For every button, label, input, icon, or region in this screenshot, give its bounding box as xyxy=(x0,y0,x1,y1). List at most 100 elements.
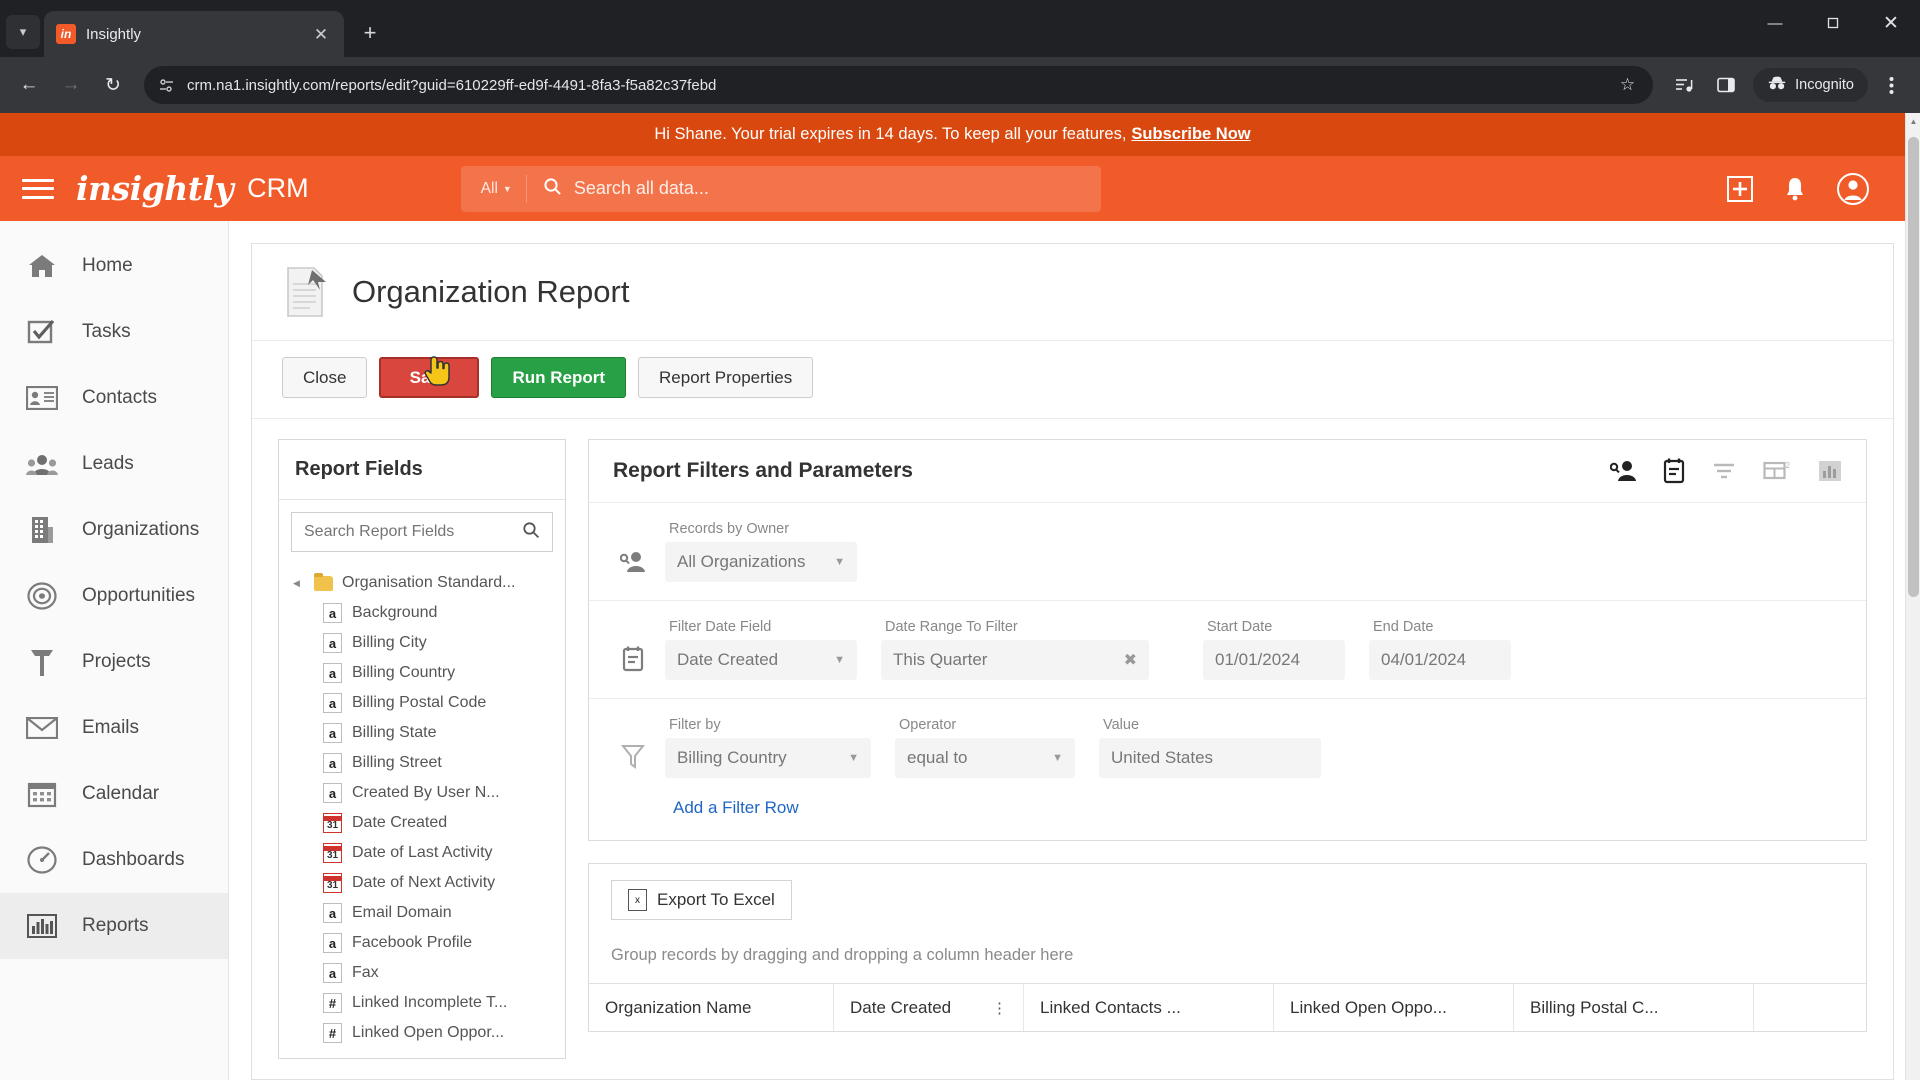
table-column-header[interactable]: Date Created ⋮ xyxy=(834,984,1024,1031)
columns-table-icon[interactable]: 2 xyxy=(1763,460,1791,482)
tree-field-item[interactable]: a Billing Street xyxy=(279,748,565,778)
date-filter-icon[interactable] xyxy=(1663,458,1685,484)
sidebar-item-opportunities[interactable]: Opportunities xyxy=(0,563,228,629)
hamburger-menu-icon[interactable] xyxy=(22,176,54,202)
sidebar-label: Calendar xyxy=(82,783,160,804)
sidebar-item-reports[interactable]: Reports xyxy=(0,893,228,959)
field-label: Start Date xyxy=(1207,619,1273,635)
close-window-button[interactable]: ✕ xyxy=(1862,0,1920,46)
sidebar-item-calendar[interactable]: Calendar xyxy=(0,761,228,827)
tree-field-item[interactable]: a Billing Country xyxy=(279,658,565,688)
tree-field-label: Fax xyxy=(352,964,379,981)
export-to-excel-button[interactable]: x Export To Excel xyxy=(611,880,792,920)
chart-icon[interactable] xyxy=(1818,459,1842,483)
tree-root-node[interactable]: ◀ Organisation Standard... xyxy=(279,568,565,598)
filter-funnel-icon[interactable] xyxy=(1712,460,1736,482)
end-date-input[interactable]: 04/01/2024 xyxy=(1369,640,1511,680)
start-date-input[interactable]: 01/01/2024 xyxy=(1203,640,1345,680)
search-report-fields[interactable] xyxy=(291,512,553,552)
operator-select[interactable]: equal to ▼ xyxy=(895,738,1075,778)
sidebar-item-tasks[interactable]: Tasks xyxy=(0,299,228,365)
reload-icon[interactable]: ↻ xyxy=(94,66,132,104)
notifications-bell-icon[interactable] xyxy=(1783,176,1807,202)
contacts-card-icon xyxy=(26,382,58,414)
tree-field-item[interactable]: 31 Date Created xyxy=(279,808,565,838)
end-date-field: End Date 04/01/2024 xyxy=(1369,619,1511,680)
tab-search-icon[interactable]: ▾ xyxy=(6,15,40,49)
field-label: Operator xyxy=(899,717,957,733)
three-dot-menu-icon[interactable] xyxy=(1872,66,1910,104)
star-icon[interactable]: ☆ xyxy=(1620,75,1639,95)
tasks-checkbox-icon xyxy=(26,316,58,348)
filter-by-select[interactable]: Billing Country ▼ xyxy=(665,738,871,778)
page-scrollbar[interactable]: ▲ xyxy=(1905,113,1920,1080)
filter-date-field-select[interactable]: Date Created ▼ xyxy=(665,640,857,680)
tree-field-item[interactable]: 31 Date of Next Activity xyxy=(279,868,565,898)
user-account-icon[interactable] xyxy=(1837,172,1869,205)
minimize-button[interactable]: — xyxy=(1746,0,1804,46)
scroll-up-arrow-icon[interactable]: ▲ xyxy=(1906,113,1920,129)
back-icon[interactable]: ← xyxy=(10,66,48,104)
sidebar-item-dashboards[interactable]: Dashboards xyxy=(0,827,228,893)
address-bar[interactable]: crm.na1.insightly.com/reports/edit?guid=… xyxy=(144,66,1654,104)
tree-field-item[interactable]: a Fax xyxy=(279,958,565,988)
tree-field-item[interactable]: a Email Domain xyxy=(279,898,565,928)
tree-field-item[interactable]: 31 Date of Last Activity xyxy=(279,838,565,868)
filter-value-input[interactable]: United States xyxy=(1099,738,1321,778)
maximize-button[interactable] xyxy=(1804,0,1862,46)
sidebar-item-home[interactable]: Home xyxy=(0,233,228,299)
save-button[interactable]: Save xyxy=(379,357,480,398)
table-column-header[interactable]: Linked Contacts ... xyxy=(1024,984,1274,1031)
field-label: Date Range To Filter xyxy=(885,619,1018,635)
group-by-dropzone[interactable]: Group records by dragging and dropping a… xyxy=(589,930,1866,983)
sidebar-item-leads[interactable]: Leads xyxy=(0,431,228,497)
records-by-owner-select[interactable]: All Organizations ▼ xyxy=(665,542,857,582)
forward-icon[interactable]: → xyxy=(52,66,90,104)
subscribe-now-link[interactable]: Subscribe Now xyxy=(1131,125,1250,144)
incognito-indicator[interactable]: Incognito xyxy=(1753,68,1868,102)
global-search[interactable]: All ▼ Search all data... xyxy=(460,165,1101,212)
tree-field-item[interactable]: # Linked Open Oppor... xyxy=(279,1018,565,1048)
browser-tab[interactable]: in Insightly ✕ xyxy=(44,11,344,57)
tree-field-item[interactable]: a Billing City xyxy=(279,628,565,658)
tree-field-item[interactable]: a Created By User N... xyxy=(279,778,565,808)
tree-field-item[interactable]: a Billing Postal Code xyxy=(279,688,565,718)
sidebar-item-contacts[interactable]: Contacts xyxy=(0,365,228,431)
sidebar-item-projects[interactable]: Projects xyxy=(0,629,228,695)
side-panel-icon[interactable] xyxy=(1707,66,1745,104)
report-properties-button[interactable]: Report Properties xyxy=(638,357,814,398)
tree-field-label: Billing Country xyxy=(352,664,456,681)
tree-field-item[interactable]: # Linked Incomplete T... xyxy=(279,988,565,1018)
table-column-header[interactable]: Linked Open Oppo... xyxy=(1274,984,1514,1031)
sidebar-item-emails[interactable]: Emails xyxy=(0,695,228,761)
close-button[interactable]: Close xyxy=(282,357,368,398)
tree-field-label: Billing State xyxy=(352,724,437,741)
search-input[interactable] xyxy=(304,523,522,541)
add-plus-icon[interactable] xyxy=(1727,175,1753,202)
search-input[interactable]: Search all data... xyxy=(574,178,709,199)
sidebar-item-organizations[interactable]: Organizations xyxy=(0,497,228,563)
table-column-header[interactable]: Organization Name xyxy=(589,984,834,1031)
column-kebab-icon[interactable]: ⋮ xyxy=(992,999,1007,1017)
text-field-type-icon: a xyxy=(323,633,342,653)
records-by-owner-icon xyxy=(613,550,653,582)
add-filter-row-link[interactable]: Add a Filter Row xyxy=(589,782,1866,840)
scrollbar-thumb[interactable] xyxy=(1908,137,1919,597)
tree-field-item[interactable]: a Billing State xyxy=(279,718,565,748)
column-header-label: Organization Name xyxy=(605,997,752,1017)
clear-x-icon[interactable]: ✖ xyxy=(1124,650,1137,670)
table-column-header[interactable]: Billing Postal C... xyxy=(1514,984,1754,1031)
search-scope-dropdown[interactable]: All ▼ xyxy=(461,174,527,203)
collapse-triangle-icon[interactable]: ◀ xyxy=(293,578,305,589)
search-icon[interactable] xyxy=(522,521,540,544)
new-tab-button[interactable]: + xyxy=(352,15,388,51)
media-playlist-icon[interactable] xyxy=(1665,66,1703,104)
tree-field-item[interactable]: a Background xyxy=(279,598,565,628)
close-icon[interactable]: ✕ xyxy=(310,23,332,45)
run-report-button[interactable]: Run Report xyxy=(491,357,627,398)
site-settings-icon[interactable] xyxy=(158,77,175,94)
insightly-logo[interactable]: insightly xyxy=(76,169,234,208)
records-by-owner-icon[interactable] xyxy=(1610,459,1636,483)
date-range-select[interactable]: This Quarter ✖ xyxy=(881,640,1149,680)
tree-field-item[interactable]: a Facebook Profile xyxy=(279,928,565,958)
